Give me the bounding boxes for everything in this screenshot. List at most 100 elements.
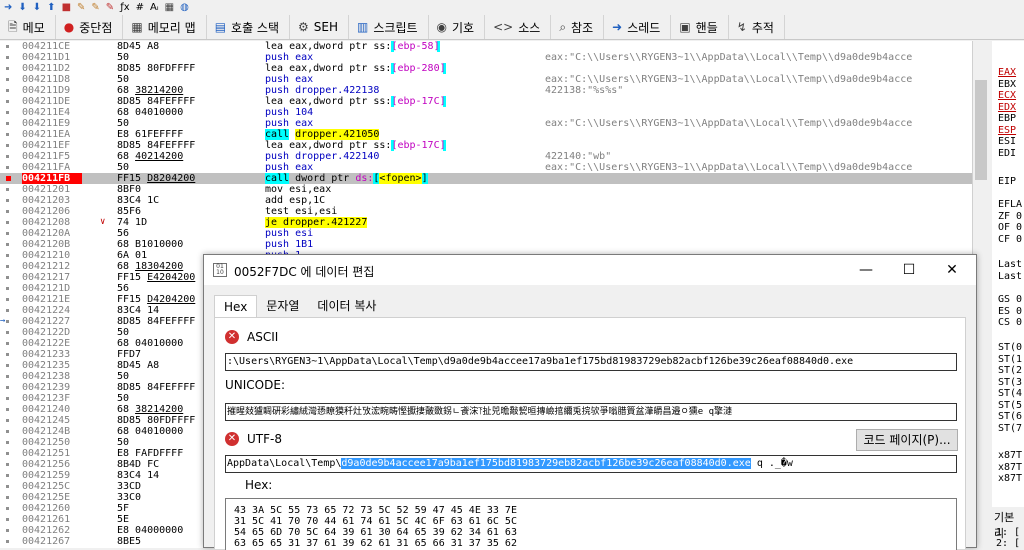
disasm-row[interactable]: 00421201 8BF0 mov esi,eax: [0, 184, 972, 195]
breakpoint-dot-icon[interactable]: [6, 287, 9, 290]
breakpoint-dot-icon[interactable]: [6, 309, 9, 312]
breakpoint-dot-icon[interactable]: [6, 386, 9, 389]
breakpoint-dot-icon[interactable]: [6, 320, 9, 323]
tab-handles[interactable]: ▣ 핸들: [671, 15, 729, 39]
disasm-row[interactable]: 004211EF 8D85 84FEFFFF lea eax,dword ptr s…: [0, 140, 972, 151]
breakpoint-dot-icon[interactable]: [6, 166, 9, 169]
breakpoint-dot-icon[interactable]: [6, 353, 9, 356]
toolbar-arrow-icon[interactable]: ➜: [4, 2, 12, 13]
tab-hex[interactable]: Hex: [214, 295, 258, 317]
breakpoint-dot-icon[interactable]: [6, 78, 9, 81]
breakpoint-dot-icon[interactable]: [6, 474, 9, 477]
register[interactable]: ZF 0: [998, 211, 1022, 222]
register[interactable]: ST(3: [998, 377, 1022, 388]
breakpoint-dot-icon[interactable]: [6, 254, 9, 257]
breakpoint-dot-icon[interactable]: [6, 45, 9, 48]
breakpoint-dot-icon[interactable]: [6, 221, 9, 224]
toolbar-stop-icon[interactable]: ■: [62, 2, 71, 13]
breakpoint-dot-icon[interactable]: [6, 276, 9, 279]
disasm-row[interactable]: 004211D9 68 38214200 push dropper.422138 42…: [0, 85, 972, 96]
ascii-field[interactable]: :\Users\RYGEN3~1\AppData\Local\Temp\d9a0…: [225, 353, 957, 371]
toolbar-edit-icon[interactable]: ✎: [77, 2, 85, 13]
register[interactable]: x87T: [998, 462, 1022, 473]
register[interactable]: ST(6: [998, 411, 1022, 422]
breakpoint-dot-icon[interactable]: [6, 364, 9, 367]
breakpoint-dot-icon[interactable]: [6, 144, 9, 147]
toolbar-font-icon[interactable]: Aᵢ: [150, 2, 159, 13]
breakpoint-dot-icon[interactable]: [6, 419, 9, 422]
register[interactable]: CF 0: [998, 234, 1022, 245]
toolbar-arrow-icon[interactable]: ⬇: [18, 2, 26, 13]
tab-seh[interactable]: ⚙ SEH: [290, 15, 350, 39]
toolbar-hash-icon[interactable]: #: [136, 2, 144, 13]
unicode-field[interactable]: 摧暒敥獹睭硏彩繡絨灣愻瞭獏䄭灶攷浤睕畴慳擫捿皾敪䤢ㄴ䬥浨⥔扯兕曕敽㼤晅摶嶮捾䌤兎…: [225, 403, 957, 421]
tab-symbols[interactable]: ◉ 기호: [429, 15, 486, 39]
disasm-row[interactable]: 0042120A 56 push esi: [0, 228, 972, 239]
breakpoint-dot-icon[interactable]: [6, 199, 9, 202]
close-button[interactable]: ✕: [930, 257, 974, 283]
register[interactable]: EFLA: [998, 199, 1022, 210]
toolbar-calc-icon[interactable]: ▦: [165, 2, 174, 13]
breakpoint-dot-icon[interactable]: [6, 122, 9, 125]
tab-call-stack[interactable]: ▤ 호출 스택: [207, 15, 291, 39]
register[interactable]: ESP: [998, 125, 1016, 136]
disasm-row[interactable]: 004211EA E8 61FEFFFF call dropper.421050: [0, 129, 972, 140]
register[interactable]: ST(0: [998, 342, 1022, 353]
disasm-row[interactable]: 004211F5 68 40214200 push dropper.422140 42…: [0, 151, 972, 162]
breakpoint-dot-icon[interactable]: [6, 397, 9, 400]
breakpoint-dot-icon[interactable]: [6, 56, 9, 59]
breakpoint-dot-icon[interactable]: [6, 265, 9, 268]
tab-script[interactable]: ▥ 스크립트: [349, 15, 429, 39]
utf8-field[interactable]: AppData\Local\Temp\d9a0de9b4accee17a9ba1…: [225, 455, 957, 473]
toolbar-edit-icon[interactable]: ✎: [91, 2, 99, 13]
breakpoint-dot-icon[interactable]: [6, 375, 9, 378]
register[interactable]: EDI: [998, 148, 1016, 159]
maximize-button[interactable]: ☐: [887, 257, 931, 283]
breakpoint-dot-icon[interactable]: [6, 331, 9, 334]
tab-references[interactable]: ⌕ 참조: [551, 15, 605, 39]
toolbar-arrow-icon[interactable]: ⬆: [47, 2, 55, 13]
register[interactable]: Last: [998, 271, 1022, 282]
tab-string[interactable]: 문자열: [257, 295, 308, 317]
disasm-row[interactable]: 0042120B 68 B1010000 push 1B1: [0, 239, 972, 250]
toolbar-arrow-icon[interactable]: ⬇: [33, 2, 41, 13]
toolbar-globe-icon[interactable]: ◍: [180, 2, 189, 13]
register[interactable]: ESI: [998, 136, 1016, 147]
toolbar-function-icon[interactable]: ƒx: [120, 2, 129, 13]
breakpoint-dot-icon[interactable]: [6, 67, 9, 70]
disasm-row[interactable]: 004211FB FF15 D8204200 call dword ptr ds:[…: [0, 173, 972, 184]
disasm-row[interactable]: 004211D1 50 push eax eax:"C:\\Users\\RYGEN3…: [0, 52, 972, 63]
breakpoint-dot-icon[interactable]: [6, 100, 9, 103]
breakpoint-dot-icon[interactable]: [6, 518, 9, 521]
tab-document[interactable]: 🗎 메모: [0, 15, 56, 39]
breakpoint-dot-icon[interactable]: [6, 298, 9, 301]
disasm-row[interactable]: 00421208 ∨ 74 1D je dropper.421227: [0, 217, 972, 228]
breakpoint-dot-icon[interactable]: [6, 408, 9, 411]
register[interactable]: EBP: [998, 113, 1016, 124]
breakpoint-dot-icon[interactable]: [6, 496, 9, 499]
disasm-row[interactable]: 00421203 83C4 1C add esp,1C: [0, 195, 972, 206]
breakpoint-dot-icon[interactable]: [6, 452, 9, 455]
breakpoint-dot-icon[interactable]: [6, 188, 9, 191]
tab-memory-map[interactable]: ▦ 메모리 맵: [123, 15, 207, 39]
tab-trace[interactable]: ↯ 추적: [729, 15, 785, 39]
disasm-row[interactable]: 004211FA 50 push eax eax:"C:\\Users\\RYGEN3…: [0, 162, 972, 173]
register[interactable]: ES 0: [998, 306, 1022, 317]
breakpoint-dot-icon[interactable]: [6, 540, 9, 543]
breakpoint-dot-icon[interactable]: [6, 463, 9, 466]
register[interactable]: Last: [998, 259, 1022, 270]
disasm-row[interactable]: 004211D8 50 push eax eax:"C:\\Users\\RYGEN3…: [0, 74, 972, 85]
code-page-button[interactable]: 코드 페이지(P)...: [856, 429, 958, 451]
register[interactable]: EDX: [998, 102, 1016, 113]
registers-pane[interactable]: EAX EBX ECX EDX EBP ESP ESI EDI EIP EFLA ZF 0 OF 0C…: [992, 41, 1024, 507]
disasm-row[interactable]: 004211E9 50 push eax eax:"C:\\Users\\RYGEN3…: [0, 118, 972, 129]
disasm-row[interactable]: 004211CE 8D45 A8 lea eax,dword ptr ss:[ebp…: [0, 41, 972, 52]
tab-threads[interactable]: ➜ 스레드: [604, 15, 672, 39]
breakpoint-dot-icon[interactable]: [6, 232, 9, 235]
register[interactable]: EAX: [998, 67, 1016, 78]
disasm-row[interactable]: 00421206 85F6 test esi,esi: [0, 206, 972, 217]
register[interactable]: CS 0: [998, 317, 1022, 328]
breakpoint-dot-icon[interactable]: [6, 342, 9, 345]
register[interactable]: OF 0: [998, 222, 1022, 233]
toolbar-edit-icon[interactable]: ✎: [106, 2, 114, 13]
